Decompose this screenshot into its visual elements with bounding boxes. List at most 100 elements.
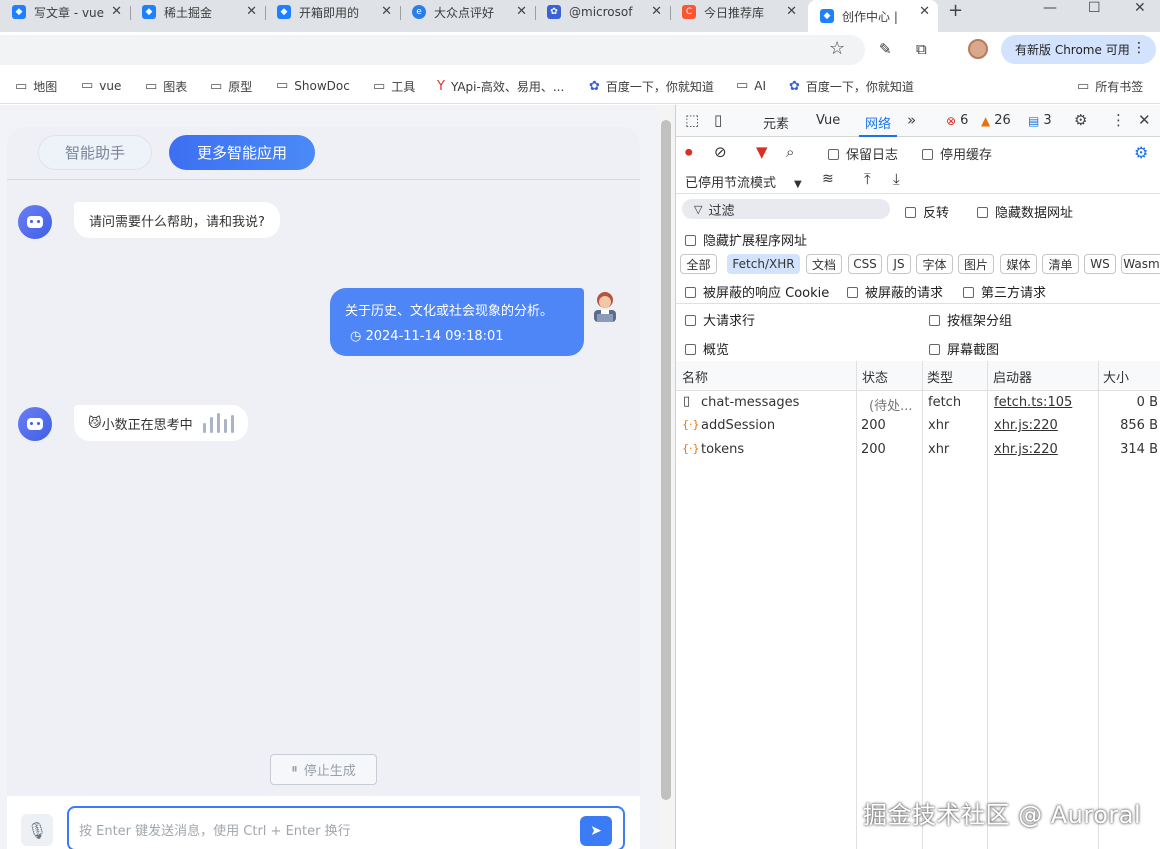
bookmark-item[interactable]: ▭ 原型: [210, 78, 252, 95]
blocked-requests-checkbox[interactable]: 被屏蔽的请求: [847, 282, 943, 301]
filter-chip-ws[interactable]: WS: [1084, 254, 1116, 274]
bookmark-item[interactable]: ▭ 工具: [373, 78, 415, 95]
send-button[interactable]: ➤: [580, 816, 612, 846]
chip-label: WS: [1090, 257, 1110, 271]
tab-more-apps[interactable]: 更多智能应用: [169, 135, 315, 170]
bookmark-star-icon[interactable]: ☆: [829, 38, 845, 59]
minimize-icon[interactable]: —: [1043, 0, 1057, 16]
devtools-tab-network[interactable]: 网络: [858, 113, 898, 137]
throttle-select[interactable]: 已停用节流模式 ▼: [685, 172, 802, 191]
browser-tab-active[interactable]: ◆ 创作中心 | ✕: [808, 0, 938, 32]
scrollbar-thumb[interactable]: [661, 120, 671, 800]
search-icon[interactable]: ⌕: [786, 143, 794, 161]
more-options-icon[interactable]: ⋮: [1111, 111, 1126, 129]
close-icon[interactable]: ✕: [786, 4, 797, 19]
filter-chip-wasm[interactable]: Wasm: [1121, 254, 1160, 274]
close-icon[interactable]: ✕: [111, 4, 122, 19]
filter-chip-fetch-xhr[interactable]: Fetch/XHR: [727, 254, 800, 274]
column-header-status[interactable]: 状态: [862, 367, 888, 386]
record-stop-icon[interactable]: ⏺: [685, 143, 693, 161]
microphone-icon[interactable]: 🎙: [21, 814, 53, 846]
disable-cache-checkbox[interactable]: 停用缓存: [922, 144, 992, 163]
devtools-tab-vue[interactable]: Vue: [816, 113, 840, 128]
inspect-icon[interactable]: ⬚: [685, 111, 699, 129]
filter-chip-all[interactable]: 全部: [680, 254, 717, 274]
browser-tab[interactable]: ◆ 稀土掘金 ✕: [130, 0, 265, 24]
hide-extension-urls-checkbox[interactable]: 隐藏扩展程序网址: [685, 230, 807, 249]
bookmark-item[interactable]: ▭ vue: [81, 78, 121, 93]
new-tab-icon[interactable]: +: [948, 0, 963, 21]
bookmark-item[interactable]: ✿ 百度一下，你就知道: [789, 78, 914, 95]
column-header-name[interactable]: 名称: [682, 367, 708, 386]
column-header-size[interactable]: 大小: [1103, 367, 1129, 386]
browser-tab[interactable]: ◆ 开箱即用的 ✕: [265, 0, 400, 24]
close-icon[interactable]: ✕: [919, 4, 930, 19]
bookmark-item[interactable]: ✿ 百度一下，你就知道: [589, 78, 714, 95]
filter-chip-img[interactable]: 图片: [958, 254, 994, 274]
settings-gear-icon[interactable]: ⚙: [1074, 111, 1087, 129]
bookmark-item[interactable]: ▭ ShowDoc: [276, 78, 350, 93]
blocked-cookies-checkbox[interactable]: 被屏蔽的响应 Cookie: [685, 282, 829, 301]
close-devtools-icon[interactable]: ✕: [1138, 111, 1151, 129]
column-header-type[interactable]: 类型: [927, 367, 953, 386]
bookmark-item[interactable]: ▭ 所有书签: [1077, 78, 1143, 95]
close-icon[interactable]: ✕: [381, 4, 392, 19]
upload-icon[interactable]: ⤒: [864, 170, 871, 188]
extensions-icon[interactable]: ⧉: [916, 40, 927, 58]
maximize-icon[interactable]: ☐: [1088, 0, 1101, 16]
eyedropper-icon[interactable]: ✎: [879, 40, 892, 58]
error-count[interactable]: ⊗ 6: [946, 113, 968, 128]
clear-icon[interactable]: ⊘: [714, 143, 727, 161]
third-party-checkbox[interactable]: 第三方请求: [963, 282, 1046, 301]
tab-label: 更多智能应用: [196, 144, 287, 162]
filter-chip-manifest[interactable]: 清单: [1042, 254, 1079, 274]
profile-avatar[interactable]: [968, 39, 988, 59]
filter-chip-font[interactable]: 字体: [916, 254, 953, 274]
devtools-tab-elements[interactable]: 元素: [763, 113, 789, 132]
bookmark-item[interactable]: Y YApi-高效、易用、...: [437, 78, 564, 95]
group-by-frame-checkbox[interactable]: 按框架分组: [929, 310, 1012, 329]
column-header-initiator[interactable]: 启动器: [993, 367, 1032, 386]
close-icon[interactable]: ✕: [516, 4, 527, 19]
bookmark-item[interactable]: ▭ AI: [736, 78, 766, 93]
message-input[interactable]: 按 Enter 键发送消息，使用 Ctrl + Enter 换行: [67, 806, 625, 849]
filter-chip-doc[interactable]: 文档: [806, 254, 842, 274]
request-initiator-link[interactable]: fetch.ts:105: [994, 395, 1072, 410]
preserve-log-checkbox[interactable]: 保留日志: [828, 144, 898, 163]
browser-tab[interactable]: ✿ @microsof ✕: [535, 0, 670, 24]
more-tabs-icon[interactable]: »: [907, 111, 916, 129]
page-scrollbar[interactable]: [658, 105, 675, 849]
close-icon[interactable]: ✕: [246, 4, 257, 19]
window-close-icon[interactable]: ✕: [1134, 0, 1146, 16]
device-toggle-icon[interactable]: ▯: [714, 111, 722, 129]
browser-tab[interactable]: e 大众点评好 ✕: [400, 0, 535, 24]
filter-funnel-icon[interactable]: ▼: [756, 143, 768, 161]
update-chrome-button[interactable]: 有新版 Chrome 可用 ⋮: [1001, 35, 1156, 64]
address-bar[interactable]: [0, 35, 865, 65]
message-count[interactable]: ▤ 3: [1028, 113, 1052, 128]
wifi-settings-icon[interactable]: ≋: [822, 171, 834, 187]
invert-checkbox[interactable]: 反转: [905, 202, 949, 221]
menu-icon[interactable]: ⋮: [1132, 40, 1146, 56]
close-icon[interactable]: ✕: [651, 4, 662, 19]
filter-chip-css[interactable]: CSS: [848, 254, 882, 274]
browser-tab[interactable]: ◆ 写文章 - vue ✕: [0, 0, 130, 24]
stop-generating-button[interactable]: ⏸ 停止生成: [270, 754, 377, 785]
tab-smart-assistant[interactable]: 智能助手: [38, 135, 152, 170]
big-request-rows-checkbox[interactable]: 大请求行: [685, 310, 755, 329]
bookmark-item[interactable]: ▭ 图表: [145, 78, 187, 95]
bookmark-item[interactable]: ▭ 地图: [15, 78, 57, 95]
overview-checkbox[interactable]: 概览: [685, 339, 729, 358]
network-settings-icon[interactable]: ⚙: [1134, 143, 1148, 162]
filter-input[interactable]: ▽ 过滤: [682, 199, 890, 219]
request-initiator-link[interactable]: xhr.js:220: [994, 442, 1058, 457]
request-initiator-link[interactable]: xhr.js:220: [994, 418, 1058, 433]
hide-data-urls-checkbox[interactable]: 隐藏数据网址: [977, 202, 1073, 221]
download-icon[interactable]: ⤓: [893, 170, 900, 188]
screenshots-checkbox[interactable]: 屏幕截图: [929, 339, 999, 358]
filter-chip-js[interactable]: JS: [887, 254, 911, 274]
warning-count[interactable]: ▲ 26: [981, 113, 1011, 128]
column-divider: [922, 361, 923, 849]
filter-chip-media[interactable]: 媒体: [1000, 254, 1037, 274]
browser-tab[interactable]: C 今日推荐库 ✕: [670, 0, 805, 24]
